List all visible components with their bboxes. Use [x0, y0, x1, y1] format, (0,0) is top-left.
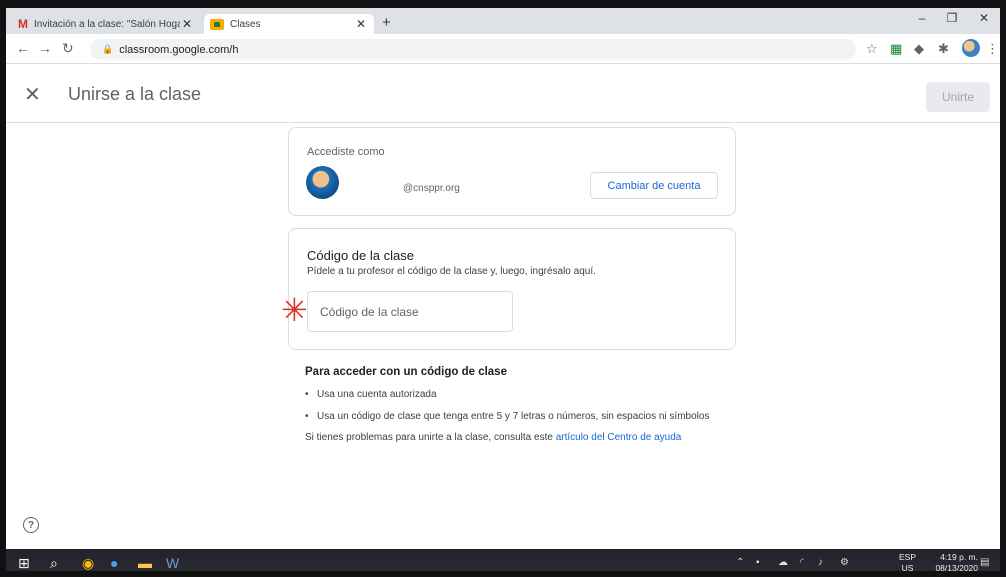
notifications-icon[interactable]: ▤ [980, 557, 989, 568]
user-avatar [306, 166, 339, 199]
help-text: Si tienes problemas para unirte a la cla… [305, 432, 725, 443]
wifi-icon[interactable]: ◜ [800, 557, 804, 568]
taskbar: ⊞ ⌕ ◉ ● ▬ W ⌃ ▪ ☁ ◜ ♪ ⚙ ESP US 4:19 p. m… [6, 549, 1000, 573]
file-explorer-icon[interactable]: ▬ [138, 555, 152, 571]
page-title: Unirse a la clase [68, 84, 202, 104]
back-icon[interactable]: ← [16, 40, 30, 56]
account-email: @cnsppr.org [403, 183, 460, 194]
close-tab-icon[interactable]: ✕ [354, 17, 368, 31]
lock-icon: 🔒 [102, 44, 114, 54]
class-code-subtitle: Pídele a tu profesor el código de la cla… [307, 266, 596, 277]
url-text: classroom.google.com/h [119, 43, 239, 56]
close-tab-icon[interactable]: ✕ [180, 17, 194, 31]
list-item: Usa una cuenta autorizada [305, 388, 725, 402]
account-card: Accediste como @cnsppr.org Cambiar de cu… [288, 127, 736, 216]
info-title: Para acceder con un código de clase [305, 366, 507, 378]
class-code-title: Código de la clase [307, 248, 414, 263]
address-bar[interactable]: 🔒 classroom.google.com/h [90, 39, 856, 60]
profile-avatar[interactable] [962, 39, 980, 57]
help-center-link[interactable]: artículo del Centro de ayuda [556, 432, 682, 443]
help-text-prefix: Si tienes problemas para unirte a la cla… [305, 432, 556, 443]
list-item: Usa un código de clase que tenga entre 5… [305, 410, 725, 424]
info-section: Para acceder con un código de clase Usa … [305, 366, 725, 443]
keyboard-layout: US [901, 563, 914, 573]
reload-icon[interactable]: ↻ [62, 40, 74, 57]
volume-icon[interactable]: ♪ [818, 557, 823, 568]
app-header: ✕ Unirse a la clase Unirte [6, 64, 1000, 123]
info-list: Usa una cuenta autorizada Usa un código … [305, 388, 725, 424]
word-icon[interactable]: W [166, 555, 179, 571]
switch-account-button[interactable]: Cambiar de cuenta [590, 172, 718, 199]
star-icon[interactable]: ☆ [866, 41, 878, 57]
class-code-input[interactable] [307, 291, 513, 332]
tab-title: Clases [230, 18, 261, 30]
clock-time: 4:19 p. m. [940, 552, 978, 562]
required-asterisk-icon: ✳ [281, 292, 308, 328]
puzzle-icon[interactable]: ✱ [938, 41, 949, 57]
clock[interactable]: 4:19 p. m. 08/13/2020 [935, 552, 978, 573]
chevron-up-icon[interactable]: ⌃ [736, 557, 744, 568]
classroom-icon [210, 18, 224, 30]
screen: M Invitación a la clase: "Salón Hoga ✕ C… [0, 0, 1006, 577]
close-window-icon[interactable]: ✕ [974, 11, 994, 25]
people-icon[interactable]: ▪ [756, 557, 760, 568]
help-icon[interactable]: ? [23, 517, 39, 533]
extension-icon[interactable]: ◆ [914, 41, 924, 57]
search-icon[interactable]: ⌕ [50, 555, 58, 571]
account-label: Accediste como [307, 146, 385, 158]
tab-strip: M Invitación a la clase: "Salón Hoga ✕ C… [6, 8, 1000, 34]
input-language[interactable]: ESP US [898, 552, 916, 573]
chrome-icon[interactable]: ◉ [82, 555, 94, 571]
tab-title: Invitación a la clase: "Salón Hoga [34, 18, 180, 30]
new-tab-icon[interactable]: + [382, 14, 391, 31]
class-code-card: Código de la clase Pídele a tu profesor … [281, 228, 736, 350]
minimize-icon[interactable]: – [912, 11, 932, 25]
language-code: ESP [898, 552, 916, 562]
edge-icon[interactable]: ● [110, 555, 118, 571]
menu-icon[interactable]: ⋮ [986, 41, 999, 57]
network-icon[interactable]: ⚙ [840, 557, 849, 568]
browser-toolbar: ← → ↻ 🔒 classroom.google.com/h ☆ ▦ ◆ ✱ ⋮ [6, 34, 1000, 64]
tab-gmail[interactable]: M Invitación a la clase: "Salón Hoga ✕ [12, 14, 200, 34]
tab-clases[interactable]: Clases ✕ [204, 14, 374, 34]
join-button[interactable]: Unirte [926, 82, 990, 112]
sheets-extension-icon[interactable]: ▦ [890, 41, 902, 57]
windows-start-icon[interactable]: ⊞ [18, 555, 30, 571]
restore-icon[interactable]: ❐ [942, 11, 962, 25]
close-icon[interactable]: ✕ [24, 82, 41, 107]
forward-icon[interactable]: → [38, 40, 52, 56]
onedrive-icon[interactable]: ☁ [778, 557, 788, 568]
clock-date: 08/13/2020 [935, 563, 978, 573]
gmail-icon: M [18, 17, 28, 31]
